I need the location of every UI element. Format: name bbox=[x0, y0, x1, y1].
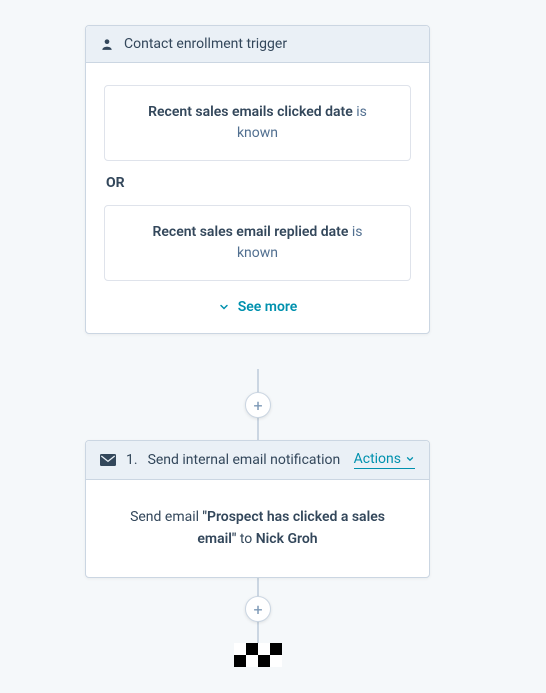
criterion-property: Recent sales email replied date bbox=[152, 224, 348, 240]
add-step-button[interactable]: + bbox=[245, 596, 271, 622]
actions-dropdown[interactable]: Actions bbox=[354, 451, 415, 469]
action-card[interactable]: 1. Send internal email notification Acti… bbox=[85, 440, 430, 578]
criteria-or-separator: OR bbox=[106, 175, 411, 191]
add-step-button[interactable]: + bbox=[245, 392, 271, 418]
see-more-label: See more bbox=[238, 299, 298, 315]
action-to-word: to bbox=[240, 531, 252, 547]
workflow-canvas: Contact enrollment trigger Recent sales … bbox=[0, 0, 546, 693]
chevron-down-icon bbox=[218, 301, 230, 313]
trigger-criterion[interactable]: Recent sales email replied date is known bbox=[104, 205, 411, 281]
trigger-criterion[interactable]: Recent sales emails clicked date is know… bbox=[104, 85, 411, 161]
trigger-card-body: Recent sales emails clicked date is know… bbox=[86, 63, 429, 333]
action-recipient: Nick Groh bbox=[256, 531, 318, 547]
trigger-card-title: Contact enrollment trigger bbox=[124, 36, 415, 52]
trigger-card[interactable]: Contact enrollment trigger Recent sales … bbox=[85, 25, 430, 334]
action-card-title: Send internal email notification bbox=[148, 452, 344, 468]
criterion-suffix: is bbox=[356, 104, 367, 120]
action-card-header: 1. Send internal email notification Acti… bbox=[86, 441, 429, 480]
caret-down-icon bbox=[405, 454, 415, 464]
criterion-value: known bbox=[237, 245, 278, 261]
action-index: 1. bbox=[126, 452, 138, 468]
action-body-prefix: Send email bbox=[130, 509, 199, 525]
see-more-link[interactable]: See more bbox=[104, 299, 411, 315]
plus-icon: + bbox=[253, 396, 262, 415]
email-icon bbox=[100, 454, 116, 466]
criterion-property: Recent sales emails clicked date bbox=[148, 104, 353, 120]
action-card-body: Send email "Prospect has clicked a sales… bbox=[86, 480, 429, 577]
plus-icon: + bbox=[253, 600, 262, 619]
actions-dropdown-label: Actions bbox=[354, 451, 401, 468]
trigger-card-header: Contact enrollment trigger bbox=[86, 26, 429, 63]
workflow-end-marker bbox=[234, 643, 282, 667]
criterion-suffix: is bbox=[352, 224, 363, 240]
contact-icon bbox=[100, 37, 114, 51]
criterion-value: known bbox=[237, 125, 278, 141]
